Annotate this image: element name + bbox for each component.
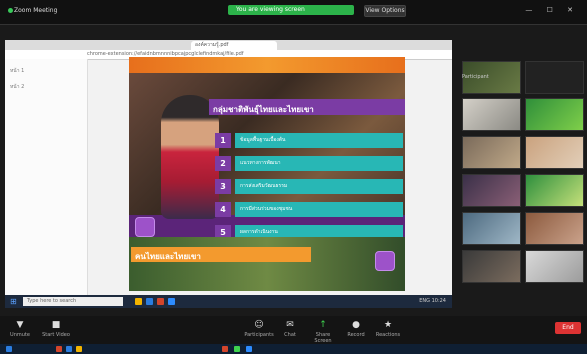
control-label: Share Screen <box>314 332 332 344</box>
share-screen-button[interactable]: ↑ Share Screen <box>307 320 339 344</box>
row-text: การมีส่วนร่วมของชุมชน <box>240 206 293 212</box>
row-bar: การมีส่วนร่วมของชุมชน <box>235 202 403 217</box>
reactions-icon: ★ <box>383 320 393 330</box>
chat-button[interactable]: ✉ Chat <box>274 320 306 338</box>
slide-title: กลุ่มชาติพันธุ์ไทยและไทยเขา <box>213 105 314 114</box>
end-meeting-button[interactable]: End <box>555 322 581 334</box>
slide-bottom-title-bar: คนไทยและไทยเขา <box>131 247 311 262</box>
folder-icon[interactable] <box>135 298 142 305</box>
viewing-screen-banner: You are viewing screen <box>228 5 354 15</box>
row-bar: แนวทางการพัฒนา <box>235 156 403 171</box>
chat-icon: ✉ <box>286 320 294 330</box>
row-text: ผลการดำเนินงาน <box>240 229 278 235</box>
participant-tile[interactable] <box>462 212 521 245</box>
participants-button[interactable]: ☺ Participants <box>243 320 275 338</box>
control-label: Record <box>347 332 365 338</box>
control-label: Chat <box>284 332 296 338</box>
row-number: 3 <box>215 179 231 194</box>
control-label: Start Video <box>42 332 70 338</box>
zoom-icon[interactable] <box>168 298 175 305</box>
view-options-button[interactable]: View Options <box>364 5 406 17</box>
participants-icon: ☺ <box>254 320 264 330</box>
app-title: Zoom Meeting <box>14 7 58 14</box>
row-text: ข้อมูลพื้นฐานเบื้องต้น <box>240 137 286 143</box>
windows-start-icon[interactable] <box>6 346 12 352</box>
window-controls[interactable]: — ☐ ✕ <box>525 6 579 14</box>
slide-row: 1 ข้อมูลพื้นฐานเบื้องต้น <box>215 133 403 148</box>
sidebar-item[interactable]: หน้า 2 <box>10 83 24 91</box>
participant-tile[interactable] <box>462 136 521 169</box>
viewing-screen-text: You are viewing screen <box>236 6 305 13</box>
participant-tile[interactable] <box>525 98 584 131</box>
folder-icon[interactable] <box>76 346 82 352</box>
slide-row: 2 แนวทางการพัฒนา <box>215 156 403 171</box>
sidebar-item[interactable]: หน้า 1 <box>10 67 24 75</box>
logo-icon <box>375 251 395 271</box>
participant-tile[interactable] <box>525 250 584 283</box>
pdf-sidebar: หน้า 1 หน้า 2 <box>5 59 88 302</box>
browser-icon[interactable] <box>146 298 153 305</box>
participant-tile[interactable] <box>525 136 584 169</box>
taskbar-clock: ENG 10:24 <box>419 298 446 304</box>
mic-icon: ▼ <box>16 320 24 330</box>
participant-tile[interactable] <box>462 250 521 283</box>
record-button[interactable]: ● Record <box>340 320 372 338</box>
app-icon[interactable] <box>66 346 72 352</box>
row-bar: ข้อมูลพื้นฐานเบื้องต้น <box>235 133 403 148</box>
browser-tab[interactable]: องค์ความรู้.pdf <box>191 41 277 50</box>
row-number: 1 <box>215 133 231 148</box>
slide-top-strip <box>129 57 405 73</box>
participant-tile[interactable] <box>525 212 584 245</box>
host-taskbar <box>0 344 587 354</box>
zoom-icon[interactable] <box>246 346 252 352</box>
row-text: การส่งเสริมวัฒนธรรม <box>240 183 288 189</box>
unmute-button[interactable]: ▼ Unmute <box>4 320 36 338</box>
shared-taskbar: ⊞ Type here to search ENG 10:24 <box>5 295 452 308</box>
green-app-icon[interactable] <box>234 346 240 352</box>
row-text: แนวทางการพัฒนา <box>240 160 281 166</box>
presentation-slide: กลุ่มชาติพันธุ์ไทยและไทยเขา 1 ข้อมูลพื้น… <box>129 57 405 291</box>
share-screen-icon: ↑ <box>319 320 327 330</box>
participant-label: Participant <box>462 74 489 80</box>
participant-tile[interactable] <box>462 98 521 131</box>
zoom-status-icon <box>8 8 13 13</box>
app-icon[interactable] <box>56 346 62 352</box>
zoom-title-bar: Zoom Meeting You are viewing screen View… <box>0 0 587 25</box>
slide-bottom-title: คนไทยและไทยเขา <box>135 252 201 261</box>
reactions-button[interactable]: ★ Reactions <box>372 320 404 338</box>
participant-tile[interactable] <box>525 61 584 94</box>
taskbar-search[interactable]: Type here to search <box>23 297 123 306</box>
row-bar: การส่งเสริมวัฒนธรรม <box>235 179 403 194</box>
control-label: Participants <box>244 332 274 338</box>
start-video-button[interactable]: ■ Start Video <box>40 320 72 338</box>
logo-icon <box>135 217 155 237</box>
browser-tabbar: องค์ความรู้.pdf <box>5 40 452 50</box>
slide-row: 4 การมีส่วนร่วมของชุมชน <box>215 202 403 217</box>
windows-start-icon[interactable]: ⊞ <box>10 297 17 306</box>
control-label: Reactions <box>375 332 401 338</box>
slide-bottom-photo <box>129 237 405 291</box>
record-icon: ● <box>352 320 360 330</box>
row-number: 2 <box>215 156 231 171</box>
video-icon: ■ <box>51 320 61 330</box>
slide-row: 3 การส่งเสริมวัฒนธรรม <box>215 179 403 194</box>
powerpoint-icon[interactable] <box>157 298 164 305</box>
participant-tile[interactable] <box>525 174 584 207</box>
meeting-controls: ▼ Unmute ■ Start Video ☺ Participants ✉ … <box>0 316 587 344</box>
control-label: Unmute <box>10 332 30 338</box>
powerpoint-icon[interactable] <box>222 346 228 352</box>
row-number: 4 <box>215 202 231 217</box>
participant-tile[interactable] <box>462 174 521 207</box>
